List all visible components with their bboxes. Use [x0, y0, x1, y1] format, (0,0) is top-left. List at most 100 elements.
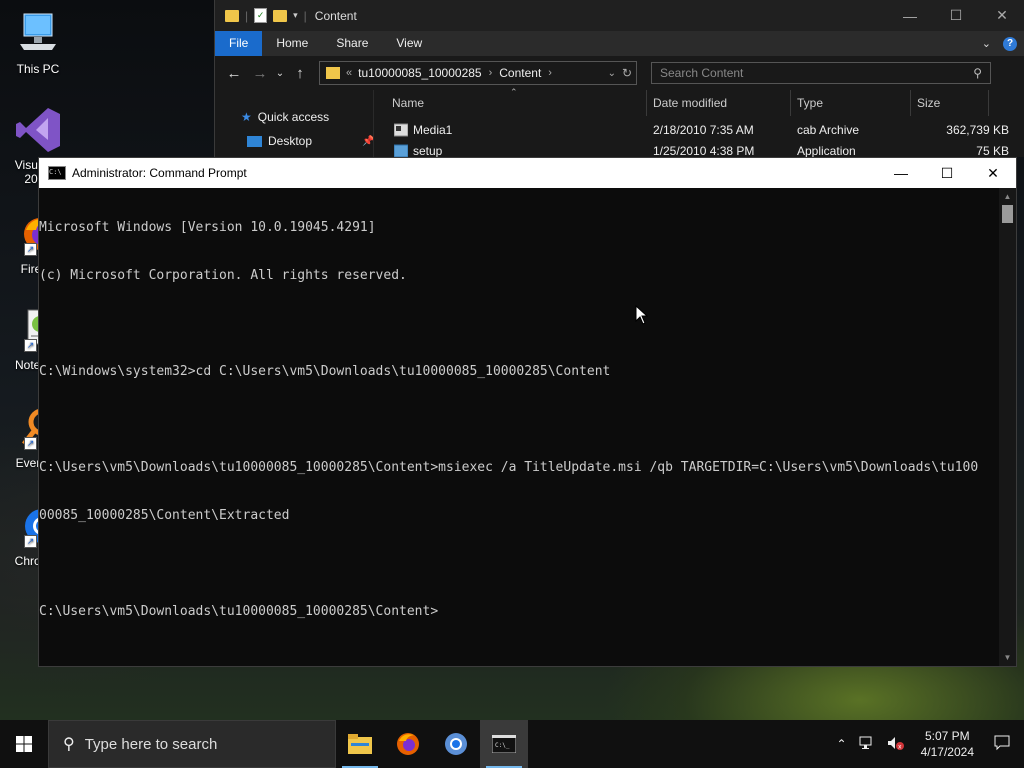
- tab-home[interactable]: Home: [262, 31, 322, 56]
- svg-text:x: x: [898, 743, 902, 750]
- column-type[interactable]: Type: [797, 96, 823, 110]
- clock-date: 4/17/2024: [920, 745, 974, 759]
- file-name: Media1: [413, 123, 453, 137]
- nav-desktop[interactable]: Desktop 📌: [247, 134, 374, 148]
- tab-share[interactable]: Share: [322, 31, 382, 56]
- console-prompt-line: C:\Users\vm5\Downloads\tu10000085_100002…: [39, 604, 439, 619]
- forward-arrow-icon[interactable]: →: [247, 65, 273, 82]
- scrollbar-thumb[interactable]: [1002, 205, 1013, 223]
- tab-file[interactable]: File: [215, 31, 263, 56]
- star-icon: ★: [241, 110, 252, 124]
- svg-text:C:\_: C:\_: [495, 742, 510, 749]
- start-button[interactable]: [0, 720, 48, 768]
- taskbar-firefox[interactable]: [384, 720, 432, 768]
- scroll-down-icon[interactable]: ▼: [999, 649, 1016, 666]
- console-line: Microsoft Windows [Version 10.0.19045.42…: [39, 220, 376, 235]
- vertical-scrollbar[interactable]: ▲ ▼: [999, 188, 1016, 666]
- nav-item-label: Desktop: [268, 134, 313, 148]
- taskbar-command-prompt[interactable]: C:\_: [480, 720, 528, 768]
- window-title: Administrator: Command Prompt: [72, 166, 247, 180]
- breadcrumb-content[interactable]: Content: [499, 66, 541, 80]
- close-button[interactable]: ✕: [979, 0, 1024, 31]
- scroll-up-icon[interactable]: ▲: [999, 188, 1016, 205]
- explorer-title-bar[interactable]: | ✓ ▾ | Content — ☐ ✕: [215, 0, 1024, 31]
- minimize-button[interactable]: —: [878, 158, 924, 188]
- tab-view[interactable]: View: [382, 31, 436, 56]
- mouse-pointer-icon: [635, 305, 649, 325]
- windows-logo-icon: [16, 736, 32, 752]
- folder-icon: [326, 67, 340, 79]
- help-icon[interactable]: ?: [1003, 36, 1017, 51]
- nav-quick-access[interactable]: ★ Quick access: [241, 110, 329, 124]
- search-input[interactable]: Search Content ⚲: [651, 62, 991, 84]
- file-date: 1/25/2010 4:38 PM: [653, 144, 755, 158]
- console-output[interactable]: Microsoft Windows [Version 10.0.19045.42…: [39, 188, 999, 666]
- file-explorer-icon: [348, 734, 372, 754]
- breadcrumb-tu10000085[interactable]: tu10000085_10000285: [358, 66, 481, 80]
- address-bar-row: ← → ⌄ ↑ « tu10000085_10000285 › Content …: [215, 56, 1024, 90]
- notifications-icon[interactable]: [984, 735, 1024, 754]
- firefox-icon: [397, 733, 419, 755]
- expand-ribbon-icon[interactable]: ⌄: [982, 37, 991, 50]
- taskbar-search-placeholder: Type here to search: [84, 735, 218, 753]
- cmd-title-bar[interactable]: C:\ Administrator: Command Prompt — ☐ ✕: [39, 158, 1016, 188]
- command-prompt-window[interactable]: C:\ Administrator: Command Prompt — ☐ ✕ …: [38, 157, 1017, 667]
- file-date: 2/18/2010 7:35 AM: [653, 123, 754, 137]
- clock-time: 5:07 PM: [924, 729, 970, 743]
- toolbar-divider: |: [303, 8, 307, 23]
- column-date-modified[interactable]: Date modified: [653, 96, 727, 110]
- quick-access-toolbar: | ✓ ▾ |: [215, 8, 307, 23]
- network-icon[interactable]: [853, 736, 881, 753]
- shortcut-arrow-icon: ↗: [24, 437, 37, 450]
- column-size[interactable]: Size: [917, 96, 940, 110]
- breadcrumb-overflow[interactable]: «: [346, 67, 352, 79]
- recent-locations-icon[interactable]: ⌄: [273, 68, 287, 79]
- nav-item-label: Quick access: [257, 110, 330, 124]
- file-size: 362,739 KB: [946, 123, 1009, 137]
- shortcut-arrow-icon: ↗: [24, 535, 37, 548]
- column-headers: Name ⌃ Date modified Type Size: [374, 87, 1024, 116]
- system-tray: ⌃ x 5:07 PM 4/17/2024: [831, 720, 1024, 768]
- file-name: setup: [413, 144, 443, 158]
- chevron-right-icon[interactable]: ›: [489, 67, 493, 79]
- taskbar-chrome[interactable]: [432, 720, 480, 768]
- console-line: 00085_10000285\Content\Extracted: [39, 508, 290, 523]
- maximize-button[interactable]: ☐: [933, 0, 979, 31]
- close-button[interactable]: ✕: [970, 158, 1016, 188]
- file-row[interactable]: Media1 2/18/2010 7:35 AM cab Archive 362…: [374, 120, 1024, 141]
- show-hidden-icons-icon[interactable]: ⌃: [831, 737, 853, 751]
- new-folder-icon[interactable]: [273, 9, 288, 22]
- column-name[interactable]: Name: [392, 96, 424, 110]
- file-explorer-window[interactable]: | ✓ ▾ | Content — ☐ ✕ File Home Share Vi…: [214, 0, 1024, 158]
- file-type: cab Archive: [797, 123, 860, 137]
- customize-toolbar-icon[interactable]: ▾: [293, 10, 298, 21]
- clock[interactable]: 5:07 PM 4/17/2024: [911, 728, 984, 760]
- console-line: C:\Users\vm5\Downloads\tu10000085_100002…: [39, 460, 979, 475]
- address-dropdown-icon[interactable]: ⌄: [608, 68, 616, 79]
- volume-muted-icon[interactable]: x: [881, 736, 911, 753]
- chevron-right-icon[interactable]: ›: [548, 67, 552, 79]
- command-prompt-icon: C:\_: [492, 735, 516, 753]
- taskbar-search-box[interactable]: ⚲ Type here to search: [48, 720, 336, 768]
- desktop-icon-label: This PC: [16, 62, 60, 76]
- command-prompt-icon: C:\: [48, 166, 66, 180]
- file-size: 75 KB: [976, 144, 1009, 158]
- shortcut-arrow-icon: ↗: [24, 339, 37, 352]
- back-arrow-icon[interactable]: ←: [221, 65, 247, 82]
- minimize-button[interactable]: —: [887, 0, 933, 31]
- properties-icon[interactable]: ✓: [254, 8, 268, 23]
- search-icon: ⚲: [63, 736, 75, 753]
- file-list: Name ⌃ Date modified Type Size Media1 2/…: [373, 87, 1024, 158]
- window-title: Content: [314, 8, 357, 23]
- sort-up-icon: ⌃: [510, 87, 518, 97]
- computer-icon: [14, 10, 62, 58]
- refresh-icon[interactable]: ↻: [622, 66, 632, 80]
- up-arrow-icon[interactable]: ↑: [287, 65, 313, 82]
- taskbar-file-explorer[interactable]: [336, 720, 384, 768]
- console-line: C:\Windows\system32>cd C:\Users\vm5\Down…: [39, 364, 611, 379]
- file-type: Application: [797, 144, 856, 158]
- maximize-button[interactable]: ☐: [924, 158, 970, 188]
- desktop-icon-this-pc[interactable]: This PC: [4, 10, 72, 76]
- address-bar[interactable]: « tu10000085_10000285 › Content › ⌄ ↻: [319, 61, 637, 85]
